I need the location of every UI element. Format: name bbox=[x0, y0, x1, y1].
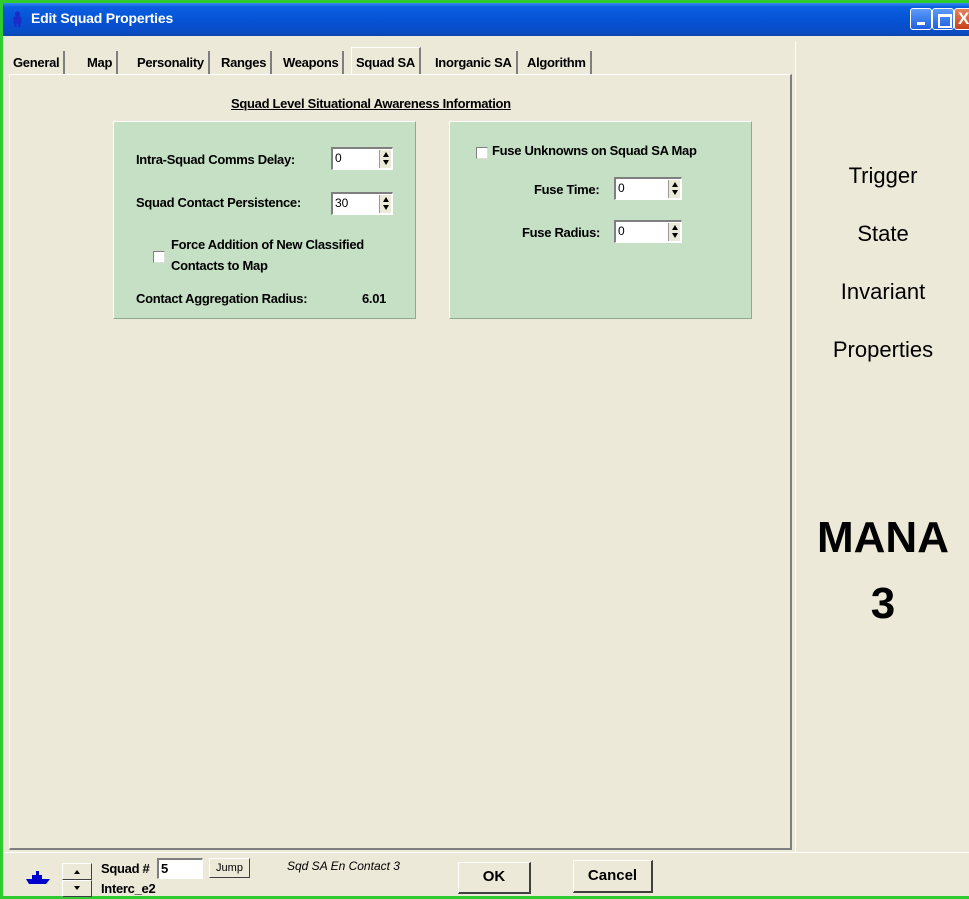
tab-map[interactable]: Map bbox=[83, 51, 119, 75]
side-word-properties: Properties bbox=[832, 337, 934, 362]
comms-delay-value: 0 bbox=[335, 151, 342, 165]
window-title: Edit Squad Properties bbox=[31, 10, 174, 26]
title-bar[interactable]: Edit Squad Properties X bbox=[3, 3, 969, 36]
tab-algorithm[interactable]: Algorithm bbox=[523, 51, 592, 75]
squad-number-value: 5 bbox=[161, 861, 169, 876]
tab-personality[interactable]: Personality bbox=[133, 51, 210, 75]
fuse-time-label: Fuse Time: bbox=[534, 182, 600, 197]
edit-squad-properties-window: Edit Squad Properties X General Map Pers… bbox=[0, 0, 969, 899]
close-button[interactable]: X bbox=[954, 8, 969, 30]
fuse-unknowns-checkbox[interactable] bbox=[476, 147, 488, 159]
squad-number-input[interactable]: 5 bbox=[157, 858, 203, 879]
side-word-state: State bbox=[857, 221, 909, 246]
squad-number-label: Squad # bbox=[101, 861, 150, 876]
aggregation-radius-value: 6.01 bbox=[362, 291, 387, 306]
aggregation-radius-label: Contact Aggregation Radius: bbox=[136, 291, 308, 306]
bottom-bar: Squad # 5 Jump Interc_e2 Sqd SA En Conta… bbox=[3, 852, 969, 899]
tab-general[interactable]: General bbox=[9, 51, 66, 75]
spinner-arrows-icon[interactable] bbox=[668, 223, 680, 241]
arrow-down-icon bbox=[74, 886, 80, 890]
brand-version: 3 bbox=[870, 579, 896, 628]
side-word-invariant: Invariant bbox=[840, 279, 926, 304]
comms-delay-spinner[interactable]: 0 bbox=[331, 147, 393, 170]
side-word-trigger: Trigger bbox=[848, 163, 918, 188]
tab-squad-sa[interactable]: Squad SA bbox=[351, 47, 421, 75]
force-addition-checkbox[interactable] bbox=[153, 251, 165, 263]
spinner-arrows-icon[interactable] bbox=[379, 150, 391, 168]
arrow-up-icon bbox=[74, 870, 80, 874]
maximize-button[interactable] bbox=[932, 8, 954, 30]
force-addition-label-line2: Contacts to Map bbox=[171, 258, 268, 273]
contact-persistence-label: Squad Contact Persistence: bbox=[136, 195, 301, 210]
fuse-radius-spinner[interactable]: 0 bbox=[614, 220, 682, 243]
tab-weapons[interactable]: Weapons bbox=[279, 51, 345, 75]
contact-persistence-spinner[interactable]: 30 bbox=[331, 192, 393, 215]
spinner-arrows-icon[interactable] bbox=[668, 180, 680, 198]
status-text: Sqd SA En Contact 3 bbox=[287, 859, 400, 873]
tab-inorganic-sa[interactable]: Inorganic SA bbox=[431, 51, 518, 75]
force-addition-label-line1: Force Addition of New Classified bbox=[171, 237, 364, 252]
minimize-button[interactable] bbox=[910, 8, 932, 30]
fuse-radius-value: 0 bbox=[618, 224, 625, 238]
app-icon bbox=[13, 11, 22, 27]
fuse-settings-panel: Fuse Unknowns on Squad SA Map Fuse Time:… bbox=[449, 121, 752, 319]
section-title: Squad Level Situational Awareness Inform… bbox=[231, 96, 511, 111]
fuse-radius-label: Fuse Radius: bbox=[522, 225, 601, 240]
spinner-arrows-icon[interactable] bbox=[379, 195, 391, 213]
ok-button[interactable]: OK bbox=[458, 862, 531, 894]
fuse-time-value: 0 bbox=[618, 181, 625, 195]
fuse-time-spinner[interactable]: 0 bbox=[614, 177, 682, 200]
squad-sa-settings-panel: Intra-Squad Comms Delay: 0 Squad Contact… bbox=[113, 121, 416, 319]
squad-down-button[interactable] bbox=[62, 880, 92, 897]
ship-icon bbox=[26, 871, 50, 884]
side-info-panel: Trigger State Invariant Properties MANA … bbox=[795, 41, 969, 852]
cancel-button[interactable]: Cancel bbox=[573, 860, 653, 893]
squad-up-button[interactable] bbox=[62, 863, 92, 880]
comms-delay-label: Intra-Squad Comms Delay: bbox=[136, 152, 295, 167]
jump-button[interactable]: Jump bbox=[209, 858, 250, 878]
close-icon: X bbox=[958, 9, 969, 28]
tab-ranges[interactable]: Ranges bbox=[217, 51, 273, 75]
squad-name: Interc_e2 bbox=[101, 881, 156, 896]
contact-persistence-value: 30 bbox=[335, 196, 349, 210]
brand-mana: MANA bbox=[817, 513, 949, 562]
fuse-unknowns-label: Fuse Unknowns on Squad SA Map bbox=[492, 143, 697, 158]
